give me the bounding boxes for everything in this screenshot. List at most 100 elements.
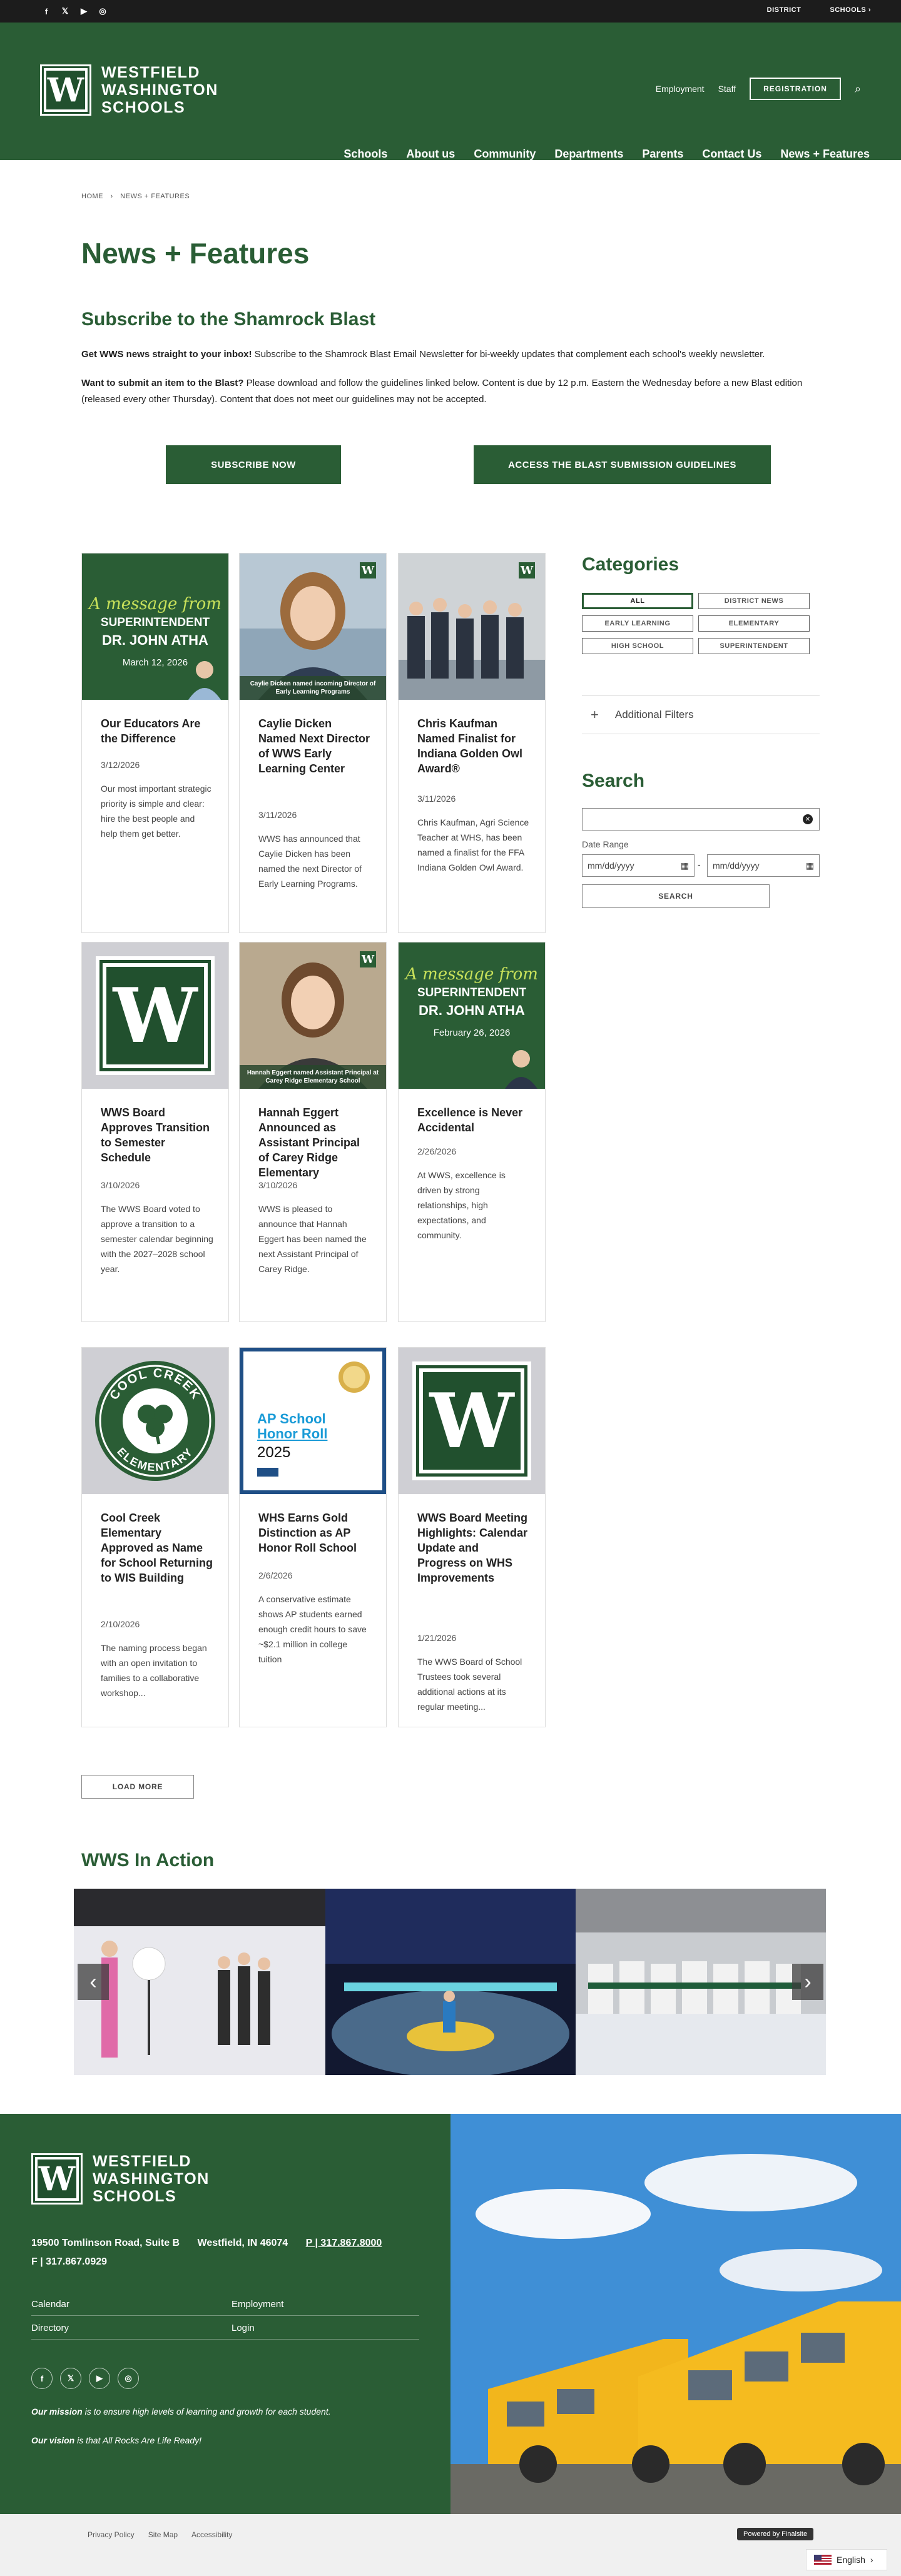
- address-street: 19500 Tomlinson Road, Suite B: [31, 2238, 180, 2248]
- site-map-link[interactable]: Site Map: [148, 2530, 178, 2539]
- footer-link-employment[interactable]: Employment: [232, 2299, 283, 2310]
- footer-link-calendar[interactable]: Calendar: [31, 2299, 69, 2310]
- school-bus-photo: [450, 2114, 901, 2514]
- nav-contact-us[interactable]: Contact Us: [702, 148, 761, 166]
- nav-community[interactable]: Community: [474, 148, 536, 166]
- nav-news-features[interactable]: News + Features: [780, 148, 870, 166]
- subscribe-heading: Subscribe to the Shamrock Blast: [81, 309, 376, 330]
- news-card[interactable]: AP School Honor Roll 2025 WHS Earns Gold…: [239, 1347, 387, 1727]
- privacy-policy-link[interactable]: Privacy Policy: [88, 2530, 135, 2539]
- card-title[interactable]: Our Educators Are the Difference: [101, 716, 213, 746]
- card-date: 3/11/2026: [417, 794, 456, 804]
- instagram-icon[interactable]: ◎: [96, 5, 109, 18]
- card-title[interactable]: WWS Board Approves Transition to Semeste…: [101, 1105, 213, 1165]
- news-card[interactable]: COOL CREEK ELEMENTARY Cool Creek Element…: [81, 1347, 229, 1727]
- clear-icon[interactable]: ✕: [803, 814, 813, 824]
- powered-by-badge[interactable]: Powered by Finalsite: [737, 2528, 814, 2540]
- search-button[interactable]: SEARCH: [582, 884, 770, 908]
- address-city: Westfield, IN 46074: [197, 2238, 288, 2248]
- load-more-button[interactable]: LOAD MORE: [81, 1775, 194, 1799]
- card-title[interactable]: WWS Board Meeting Highlights: Calendar U…: [417, 1510, 530, 1585]
- site-header: W WESTFIELD WASHINGTON SCHOOLS Employmen…: [0, 23, 901, 166]
- subscribe-paragraph: Get WWS news straight to your inbox! Sub…: [81, 346, 820, 363]
- breadcrumb-home[interactable]: HOME: [81, 193, 103, 200]
- gallery-prev-arrow[interactable]: ‹: [78, 1964, 109, 2000]
- card-title[interactable]: WHS Earns Gold Distinction as AP Honor R…: [258, 1510, 371, 1555]
- language-selector[interactable]: English ›: [806, 2549, 887, 2570]
- card-date: 2/26/2026: [417, 1146, 457, 1156]
- category-elementary[interactable]: ELEMENTARY: [698, 615, 810, 632]
- news-card[interactable]: W WWS Board Approves Transition to Semes…: [81, 942, 229, 1322]
- honor-roll-badge: [339, 1361, 370, 1393]
- submit-lead: Want to submit an item to the Blast?: [81, 378, 244, 388]
- start-date-input[interactable]: mm/dd/yyyy ▦: [582, 854, 695, 877]
- card-title[interactable]: Cool Creek Elementary Approved as Name f…: [101, 1510, 213, 1585]
- nav-schools[interactable]: Schools: [344, 148, 387, 166]
- phone-link[interactable]: P | 317.867.8000: [306, 2238, 382, 2248]
- bottom-bar: Privacy Policy Site Map Accessibility Po…: [0, 2514, 901, 2576]
- card-date: 2/10/2026: [101, 1619, 140, 1629]
- message-role: SUPERINTENDENT: [417, 986, 527, 999]
- calendar-icon: ▦: [680, 860, 689, 871]
- search-icon[interactable]: ⌕: [855, 83, 861, 96]
- news-card[interactable]: W Hannah Eggert named Assistant Principa…: [239, 942, 387, 1322]
- footer-logo[interactable]: W WESTFIELD WASHINGTON SCHOOLS: [31, 2153, 210, 2205]
- accessibility-link[interactable]: Accessibility: [191, 2530, 232, 2539]
- youtube-icon[interactable]: ▶: [78, 5, 90, 18]
- subscribe-button[interactable]: SUBSCRIBE NOW: [166, 445, 341, 484]
- card-title[interactable]: Excellence is Never Accidental: [417, 1105, 530, 1135]
- facebook-icon[interactable]: f: [31, 2368, 53, 2389]
- w-logo-letter: W: [99, 960, 211, 1071]
- logo-mark: W: [40, 64, 91, 116]
- x-icon[interactable]: 𝕏: [59, 5, 71, 18]
- staff-link[interactable]: Staff: [718, 84, 736, 94]
- facebook-icon[interactable]: f: [40, 5, 53, 18]
- news-card[interactable]: W WWS Board Meeting Highlights: Calendar…: [398, 1347, 546, 1727]
- additional-filters-label: Additional Filters: [614, 709, 694, 720]
- category-district-news[interactable]: DISTRICT NEWS: [698, 593, 810, 609]
- district-link[interactable]: DISTRICT: [767, 6, 802, 14]
- vision-label: Our vision: [31, 2435, 75, 2445]
- chevron-right-icon: ›: [868, 6, 871, 14]
- submit-paragraph: Want to submit an item to the Blast? Ple…: [81, 375, 820, 408]
- footer-link-directory[interactable]: Directory: [31, 2323, 69, 2333]
- additional-filters-toggle[interactable]: + Additional Filters: [582, 695, 820, 734]
- news-card[interactable]: A message from SUPERINTENDENT DR. JOHN A…: [398, 942, 546, 1322]
- news-card[interactable]: W Caylie Dicken named incoming Director …: [239, 553, 387, 933]
- end-date-input[interactable]: mm/dd/yyyy ▦: [707, 854, 820, 877]
- card-title[interactable]: Chris Kaufman Named Finalist for Indiana…: [417, 716, 530, 776]
- news-card[interactable]: W Chris Kaufman Named Finalist for India…: [398, 553, 546, 933]
- date-range-dash: -: [698, 859, 701, 869]
- svg-text:W: W: [520, 564, 534, 577]
- nav-about-us[interactable]: About us: [406, 148, 455, 166]
- footer-link-login[interactable]: Login: [232, 2323, 255, 2333]
- card-description: WWS has announced that Caylie Dicken has…: [258, 834, 362, 889]
- ap-logo: [257, 1468, 278, 1477]
- vision-text: is that All Rocks Are Life Ready!: [74, 2435, 202, 2445]
- site-logo[interactable]: W WESTFIELD WASHINGTON SCHOOLS: [40, 64, 218, 116]
- card-title[interactable]: Hannah Eggert Announced as Assistant Pri…: [258, 1105, 371, 1180]
- category-early-learning[interactable]: EARLY LEARNING: [582, 615, 693, 632]
- nav-departments[interactable]: Departments: [554, 148, 623, 166]
- employment-link[interactable]: Employment: [656, 84, 705, 94]
- instagram-icon[interactable]: ◎: [118, 2368, 139, 2389]
- news-card[interactable]: A message from SUPERINTENDENT DR. JOHN A…: [81, 553, 229, 933]
- category-high-school[interactable]: HIGH SCHOOL: [582, 638, 693, 654]
- card-title[interactable]: Caylie Dicken Named Next Director of WWS…: [258, 716, 371, 776]
- guidelines-button[interactable]: ACCESS THE BLAST SUBMISSION GUIDELINES: [474, 445, 771, 484]
- search-input[interactable]: ✕: [582, 808, 820, 831]
- card-description: The naming process began with an open in…: [101, 1643, 207, 1698]
- x-icon[interactable]: 𝕏: [60, 2368, 81, 2389]
- schools-link[interactable]: SCHOOLS ›: [830, 6, 871, 14]
- gallery-next-arrow[interactable]: ›: [792, 1964, 823, 2000]
- w-logo: W: [96, 956, 215, 1075]
- footer-address: 19500 Tomlinson Road, Suite B Westfield,…: [31, 2234, 382, 2271]
- registration-button[interactable]: REGISTRATION: [750, 78, 841, 100]
- nav-parents[interactable]: Parents: [642, 148, 683, 166]
- youtube-icon[interactable]: ▶: [89, 2368, 110, 2389]
- social-links: f 𝕏 ▶ ◎: [40, 5, 109, 18]
- category-superintendent[interactable]: SUPERINTENDENT: [698, 638, 810, 654]
- card-description: Chris Kaufman, Agri Science Teacher at W…: [417, 817, 529, 872]
- footer-social: f 𝕏 ▶ ◎: [31, 2368, 139, 2389]
- category-all[interactable]: ALL: [582, 593, 693, 609]
